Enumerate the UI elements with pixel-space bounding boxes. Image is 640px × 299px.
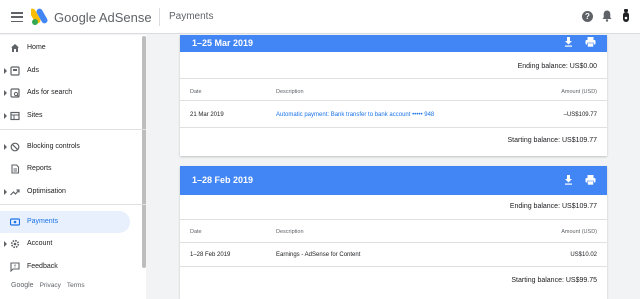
search-ads-icon — [10, 88, 20, 98]
sidebar-item-ads-for-search[interactable]: Ads for search — [0, 82, 130, 104]
menu-icon[interactable] — [11, 12, 23, 22]
statement-header: 1–28 Feb 2019 — [180, 166, 607, 195]
expand-arrow-icon[interactable] — [4, 90, 7, 96]
transaction-description-link[interactable]: Automatic payment: Bank transfer to bank… — [276, 112, 434, 118]
print-icon[interactable] — [585, 37, 596, 47]
divider — [180, 100, 607, 101]
divider — [180, 242, 607, 243]
account-avatar-icon[interactable] — [622, 9, 630, 23]
brand-name: Google AdSense — [54, 10, 152, 25]
feedback-icon — [10, 262, 20, 272]
column-header-amount: Amount (USD) — [561, 89, 597, 95]
sidebar-item-account[interactable]: Account — [0, 233, 130, 255]
sidebar-item-label: Ads — [27, 67, 40, 74]
statement-header: 1–25 Mar 2019 — [180, 35, 607, 52]
expand-arrow-icon[interactable] — [4, 189, 7, 195]
ending-balance: Ending balance: US$0.00 — [517, 63, 597, 70]
ads-icon — [10, 66, 20, 76]
sidebar-divider — [0, 129, 146, 130]
expand-arrow-icon[interactable] — [4, 241, 7, 247]
divider — [180, 127, 607, 128]
statement-card-mar: 1–25 Mar 2019 Ending balance: US$0.00 Da… — [180, 35, 607, 156]
sidebar-item-ads[interactable]: Ads — [0, 60, 130, 82]
sidebar-item-reports[interactable]: Reports — [0, 158, 130, 180]
print-icon[interactable] — [585, 175, 596, 185]
transaction-amount: –US$109.77 — [563, 112, 597, 118]
help-icon[interactable]: ? — [582, 11, 593, 22]
sidebar-item-payments[interactable]: Payments — [0, 211, 130, 233]
statement-period: 1–28 Feb 2019 — [192, 175, 254, 185]
download-icon[interactable] — [564, 175, 573, 185]
trending-up-icon — [10, 189, 20, 196]
sidebar-item-label: Blocking controls — [27, 143, 80, 150]
transaction-date: 1–28 Feb 2019 — [190, 252, 231, 258]
home-icon — [11, 44, 19, 52]
column-header-description: Description — [276, 89, 304, 95]
reports-icon — [11, 164, 20, 174]
transaction-amount: US$10.02 — [570, 252, 597, 258]
sidebar-item-label: Sites — [27, 112, 43, 119]
page-title: Payments — [169, 11, 214, 22]
sidebar-item-label: Account — [27, 240, 53, 247]
sidebar-item-sites[interactable]: Sites — [0, 105, 130, 127]
sites-icon — [10, 111, 20, 121]
sidebar-footer: Google Privacy Terms — [11, 282, 85, 289]
sidebar-item-optimisation[interactable]: Optimisation — [0, 181, 130, 203]
sidebar-scrollbar[interactable] — [142, 36, 146, 268]
sidebar-item-blocking-controls[interactable]: Blocking controls — [0, 136, 130, 158]
ending-balance: Ending balance: US$109.77 — [509, 203, 597, 210]
statement-period: 1–25 Mar 2019 — [192, 38, 254, 48]
sidebar-divider — [0, 204, 146, 205]
top-bar: Google AdSense Payments ? — [0, 0, 640, 34]
block-icon — [10, 142, 20, 152]
sidebar-item-label: Reports — [27, 165, 52, 172]
transaction-date: 21 Mar 2019 — [190, 112, 224, 118]
footer-terms-link[interactable]: Terms — [67, 282, 85, 289]
sidebar-item-label: Payments — [27, 218, 59, 225]
column-header-description: Description — [276, 229, 304, 235]
download-icon[interactable] — [564, 37, 573, 47]
starting-balance: Starting balance: US$99.75 — [511, 277, 597, 284]
gear-icon — [10, 239, 20, 249]
divider — [180, 78, 607, 79]
sidebar-item-label: Ads for search — [27, 89, 73, 96]
sidebar-item-label: Home — [27, 44, 46, 51]
column-header-amount: Amount (USD) — [561, 229, 597, 235]
divider — [180, 266, 607, 267]
expand-arrow-icon[interactable] — [4, 144, 7, 150]
column-header-date: Date — [190, 89, 202, 95]
sidebar-item-home[interactable]: Home — [0, 37, 130, 59]
expand-arrow-icon[interactable] — [4, 113, 7, 119]
header-divider — [159, 8, 160, 26]
sidebar-item-label: Optimisation — [27, 188, 66, 195]
footer-privacy-link[interactable]: Privacy — [40, 282, 61, 289]
divider — [180, 219, 607, 220]
footer-google: Google — [11, 282, 34, 289]
sidebar-item-feedback[interactable]: Feedback — [0, 256, 130, 278]
transaction-description: Earnings - AdSense for Content — [276, 252, 361, 258]
column-header-date: Date — [190, 229, 202, 235]
starting-balance: Starting balance: US$109.77 — [507, 137, 597, 144]
brand-google: Google — [54, 10, 96, 25]
sidebar-item-label: Feedback — [27, 263, 58, 270]
statement-card-feb: 1–28 Feb 2019 Ending balance: US$109.77 … — [180, 166, 607, 299]
notifications-icon[interactable] — [602, 10, 612, 22]
brand-product: AdSense — [98, 10, 152, 25]
adsense-logo — [31, 8, 48, 25]
payments-icon — [10, 218, 20, 226]
expand-arrow-icon[interactable] — [4, 68, 7, 74]
